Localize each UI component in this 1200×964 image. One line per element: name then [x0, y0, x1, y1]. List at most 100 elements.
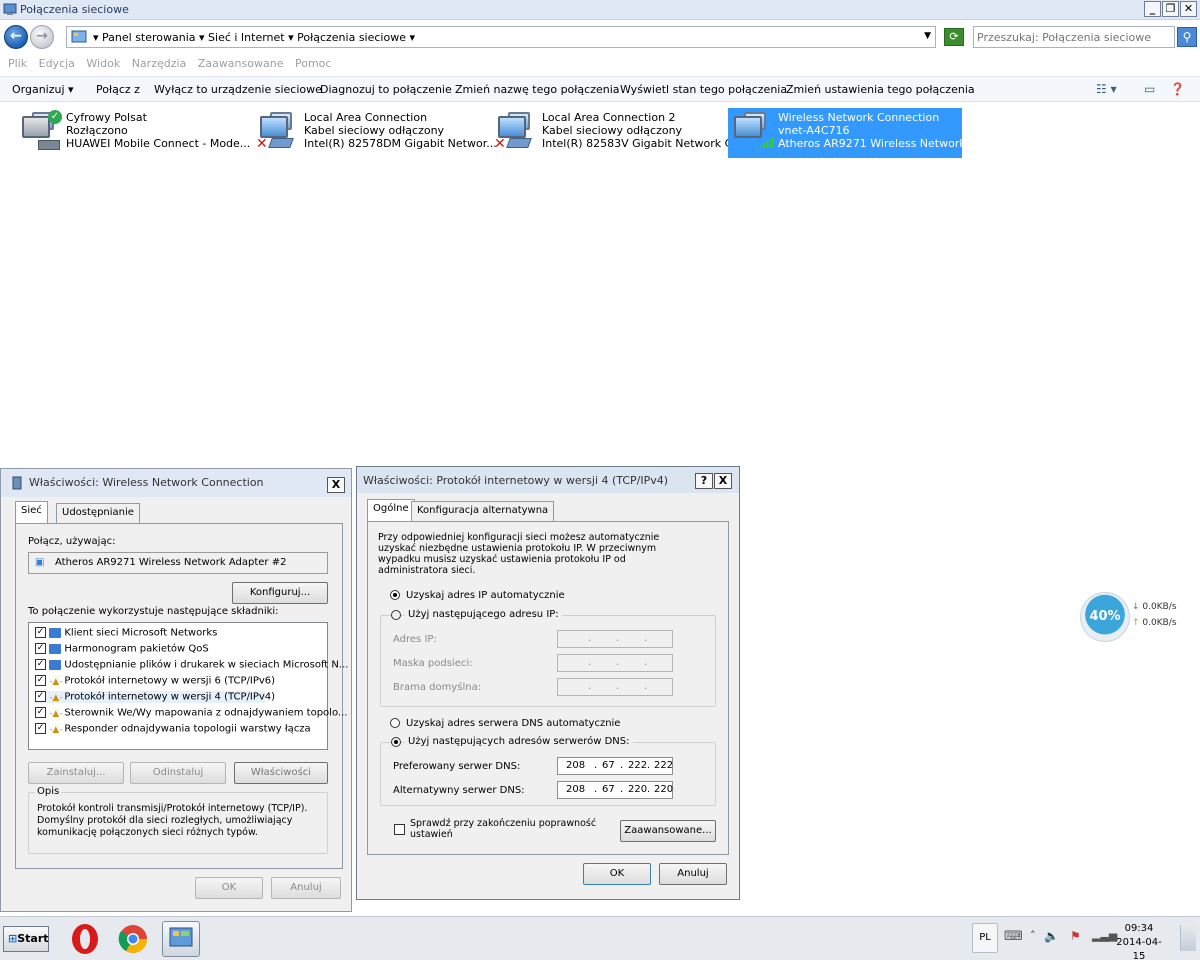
ok-button[interactable]: OK	[583, 863, 651, 885]
connection-item-selected[interactable]: Wireless Network Connection vnet-A4C716 …	[728, 108, 976, 158]
cancel-button[interactable]: Anuluj	[659, 863, 727, 885]
protocol-icon: -▲-	[49, 676, 63, 687]
preview-pane-icon[interactable]: ▭	[1144, 82, 1155, 96]
checkbox[interactable]: ✓	[35, 723, 46, 734]
list-item-selected[interactable]: ✓ -▲- Protokół internetowy w wersji 4 (T…	[35, 691, 275, 703]
check-icon: ✓	[48, 110, 62, 124]
view-options-icon[interactable]: ☷ ▾	[1096, 82, 1117, 96]
configure-button[interactable]: Konfiguruj...	[232, 582, 328, 604]
breadcrumb-path[interactable]: ▾ Panel sterowania ▾ Sieć i Internet ▾ P…	[93, 31, 415, 44]
search-icon[interactable]: ⚲	[1177, 27, 1197, 47]
list-item[interactable]: ✓ -▲- Sterownik We/Wy mapowania z odnajd…	[35, 707, 347, 719]
close-button[interactable]: ✕	[1180, 1, 1197, 17]
volume-icon[interactable]: 🔈	[1044, 929, 1059, 943]
network-cable-icon	[268, 138, 294, 148]
list-item[interactable]: ✓ Klient sieci Microsoft Networks	[35, 627, 217, 639]
help-icon[interactable]: ❓	[1170, 82, 1185, 96]
forward-button[interactable]: →	[30, 25, 54, 49]
list-item[interactable]: ✓ -▲- Responder odnajdywania topologii w…	[35, 723, 311, 735]
checkbox[interactable]: ✓	[35, 659, 46, 670]
rename-button[interactable]: Zmień nazwę tego połączenia	[455, 83, 620, 96]
properties-button[interactable]: Właściwości	[234, 762, 328, 784]
tab-general[interactable]: Ogólne	[367, 499, 415, 521]
gateway-field[interactable]: ...	[557, 678, 673, 696]
validate-checkbox[interactable]	[394, 824, 405, 835]
network-signal-icon[interactable]: ▂▃▅	[1092, 929, 1117, 942]
search-input[interactable]	[977, 28, 1173, 46]
change-settings-button[interactable]: Zmień ustawienia tego połączenia	[786, 83, 975, 96]
connection-status: Kabel sieciowy odłączony	[542, 124, 683, 137]
action-center-flag-icon[interactable]: ⚑	[1070, 929, 1081, 943]
menu-view[interactable]: Widok	[86, 55, 120, 72]
start-button[interactable]: ⊞Start	[3, 926, 49, 952]
connection-device: Intel(R) 82583V Gigabit Network C...	[542, 137, 743, 150]
dialog-close-button[interactable]: X	[327, 477, 345, 493]
connection-item[interactable]: ✓ Cyfrowy Polsat Rozłączono HUAWEI Mobil…	[16, 108, 250, 158]
list-item[interactable]: ✓ Harmonogram pakietów QoS	[35, 643, 209, 655]
connection-item[interactable]: ✕ Local Area Connection Kabel sieciowy o…	[254, 108, 497, 158]
alternate-dns-field[interactable]: 208. 67. 220. 220	[557, 781, 673, 799]
ip-address-field[interactable]: ...	[557, 630, 673, 648]
adapter-name: Atheros AR9271 Wireless Network Adapter …	[55, 557, 287, 568]
help-button[interactable]: ?	[695, 473, 713, 489]
view-status-button[interactable]: Wyświetl stan tego połączenia	[620, 83, 787, 96]
checkbox[interactable]: ✓	[35, 707, 46, 718]
menu-advanced[interactable]: Zaawansowane	[198, 55, 284, 72]
auto-ip-radio[interactable]	[390, 590, 400, 600]
back-button[interactable]: ←	[4, 25, 28, 49]
list-item[interactable]: ✓ -▲- Protokół internetowy w wersji 6 (T…	[35, 675, 275, 687]
preferred-dns-field[interactable]: 208. 67. 222. 222	[557, 757, 673, 775]
tab-sharing[interactable]: Udostępnianie	[56, 503, 140, 523]
show-desktop-button[interactable]	[1180, 925, 1196, 951]
search-field[interactable]	[973, 26, 1175, 48]
install-button[interactable]: Zainstaluj...	[28, 762, 124, 784]
refresh-button[interactable]: ⟳	[944, 28, 964, 46]
tab-alternate-config[interactable]: Konfiguracja alternatywna	[411, 501, 555, 521]
clock[interactable]: 09:34 2014-04-15	[1115, 922, 1163, 964]
checkbox[interactable]: ✓	[35, 675, 46, 686]
checkbox[interactable]: ✓	[35, 627, 46, 638]
minimize-button[interactable]: _	[1144, 1, 1161, 17]
menu-tools[interactable]: Narzędzia	[132, 55, 187, 72]
address-bar: ← → ▾ Panel sterowania ▾ Sieć i Internet…	[0, 24, 1200, 52]
menu-help[interactable]: Pomoc	[295, 55, 331, 72]
network-tab-panel: Połącz, używając: ▣ Atheros AR9271 Wirel…	[15, 523, 348, 869]
checkbox[interactable]: ✓	[35, 643, 46, 654]
opera-taskbar-button[interactable]	[66, 921, 104, 957]
keyboard-icon[interactable]: ⌨	[1004, 929, 1023, 944]
menu-file[interactable]: Plik	[8, 55, 27, 72]
diagnose-button[interactable]: Diagnozuj to połączenie	[320, 83, 452, 96]
chevron-down-icon[interactable]: ▼	[924, 31, 931, 41]
manual-ip-radio[interactable]	[391, 610, 401, 620]
components-list[interactable]: ✓ Klient sieci Microsoft Networks ✓ Harm…	[28, 622, 348, 750]
list-item[interactable]: ✓ Udostępnianie plików i drukarek w siec…	[35, 659, 348, 671]
uninstall-button[interactable]: Odinstaluj	[130, 762, 226, 784]
show-hidden-icons-icon[interactable]: ˄	[1030, 929, 1036, 942]
back-arrow-icon: ←	[10, 28, 22, 44]
control-panel-taskbar-button[interactable]	[162, 921, 200, 957]
organize-button[interactable]: Organizuj ▾	[12, 83, 74, 96]
advanced-button[interactable]: Zaawansowane...	[620, 820, 716, 842]
network-adapter-icon	[12, 476, 22, 490]
dialog-close-button[interactable]: X	[714, 473, 732, 489]
disable-device-button[interactable]: Wyłącz to urządzenie sieciowe	[154, 83, 322, 96]
chrome-taskbar-button[interactable]	[114, 921, 152, 957]
ok-button[interactable]: OK	[195, 877, 263, 899]
network-folder-icon	[3, 2, 17, 16]
network-speed-widget[interactable]: 40% ↓ 0.0KB/s ↑ 0.0KB/s	[1080, 592, 1198, 642]
cancel-button[interactable]: Anuluj	[271, 877, 341, 899]
language-indicator[interactable]: PL	[972, 923, 998, 953]
breadcrumb[interactable]: ▾ Panel sterowania ▾ Sieć i Internet ▾ P…	[66, 26, 936, 48]
connection-item[interactable]: ✕ Local Area Connection 2 Kabel sieciowy…	[492, 108, 743, 158]
menu-edit[interactable]: Edycja	[39, 55, 75, 72]
upload-rate: ↑ 0.0KB/s	[1132, 618, 1177, 628]
manual-dns-radio[interactable]	[391, 737, 401, 747]
dialog-titlebar: Właściwości: Wireless Network Connection…	[1, 469, 351, 497]
maximize-button[interactable]: ❐	[1162, 1, 1179, 17]
subnet-mask-field[interactable]: ...	[557, 654, 673, 672]
tab-network[interactable]: Sieć	[15, 501, 48, 523]
connect-to-button[interactable]: Połącz z	[96, 83, 140, 96]
auto-dns-radio[interactable]	[390, 718, 400, 728]
checkbox[interactable]: ✓	[35, 691, 46, 702]
alternate-dns-label: Alternatywny serwer DNS:	[393, 785, 525, 796]
